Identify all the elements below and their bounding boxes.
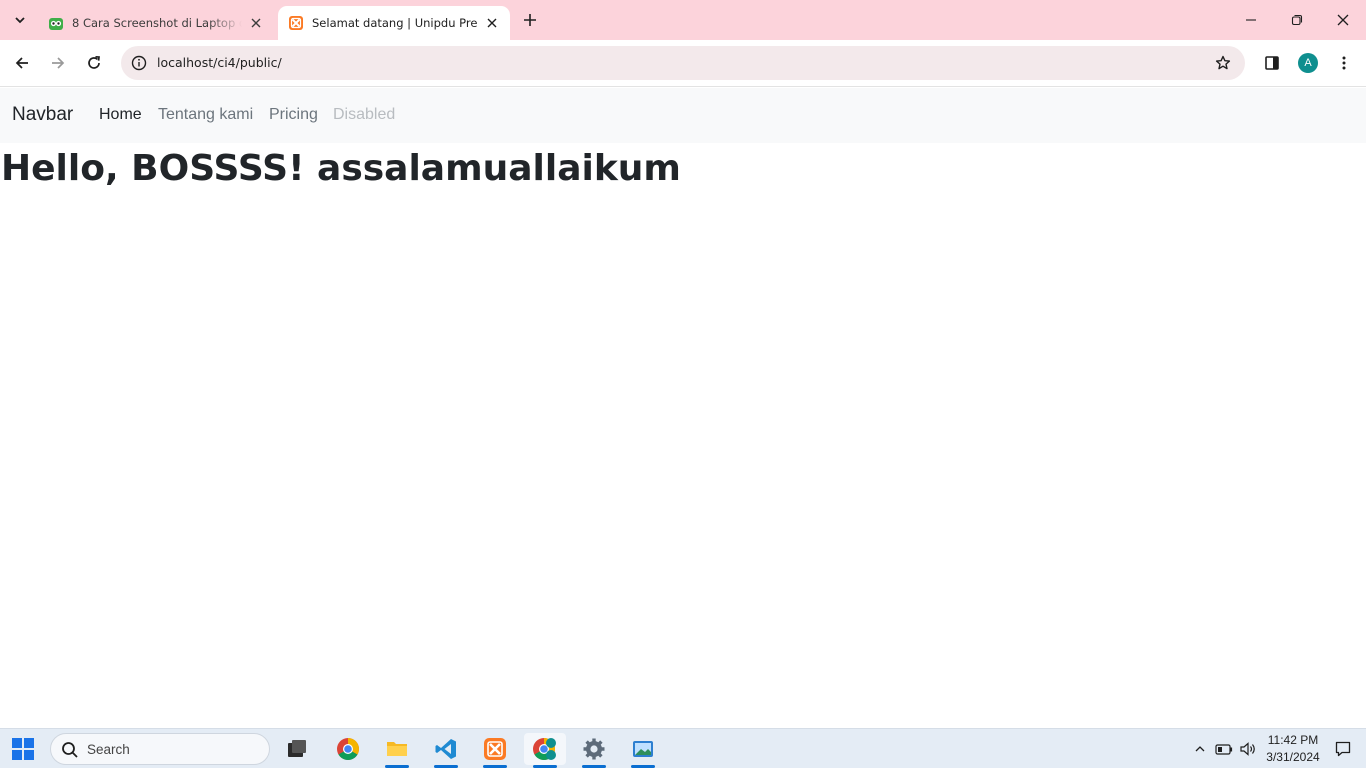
search-icon — [62, 742, 78, 758]
tab-inactive[interactable]: 8 Cara Screenshot di Laptop dan — [38, 6, 274, 40]
tab-strip: 8 Cara Screenshot di Laptop dan Selamat … — [0, 0, 1366, 40]
kebab-menu-icon — [1342, 56, 1346, 70]
clock-date: 3/31/2024 — [1266, 750, 1320, 764]
chevron-up-icon — [1195, 746, 1205, 752]
profile-avatar[interactable]: A — [1298, 53, 1318, 73]
plus-icon — [524, 14, 536, 26]
xampp-icon — [484, 738, 506, 760]
close-icon — [1337, 14, 1349, 26]
site-info-icon[interactable] — [129, 53, 149, 73]
notification-icon — [1335, 741, 1351, 757]
tab-active[interactable]: Selamat datang | Unipdu Press — [278, 6, 510, 40]
vscode-taskbar-button[interactable] — [426, 733, 466, 768]
xampp-icon — [288, 15, 304, 31]
taskbar: Search 11:42 PM 3/31/2024 — [0, 728, 1366, 768]
browser-toolbar: localhost/ci4/public/ A — [0, 40, 1366, 87]
reload-icon — [88, 55, 100, 69]
tab-title: Selamat datang | Unipdu Press — [312, 16, 478, 30]
address-bar[interactable]: localhost/ci4/public/ — [121, 46, 1245, 80]
taskbar-search[interactable]: Search — [50, 733, 270, 765]
gear-icon — [583, 738, 605, 760]
arrow-right-icon — [52, 57, 65, 69]
notifications-button[interactable] — [1333, 739, 1353, 759]
nav-link-disabled: Disabled — [333, 106, 396, 123]
side-panel-button[interactable] — [1257, 48, 1287, 78]
minimize-button[interactable] — [1228, 0, 1274, 40]
reload-button[interactable] — [79, 48, 109, 78]
task-view-icon — [288, 740, 306, 757]
file-explorer-taskbar-button[interactable] — [377, 733, 417, 768]
show-hidden-icons-button[interactable] — [1190, 739, 1210, 759]
side-panel-icon — [1265, 56, 1279, 70]
xampp-taskbar-button[interactable] — [475, 733, 515, 768]
nav-link-tentang-kami[interactable]: Tentang kami — [158, 106, 253, 124]
battery-icon — [1215, 744, 1233, 755]
search-placeholder: Search — [87, 742, 130, 757]
tab-search-button[interactable] — [6, 6, 34, 34]
close-icon[interactable] — [482, 13, 502, 33]
chevron-down-icon — [15, 17, 25, 24]
photos-taskbar-button[interactable] — [623, 733, 663, 768]
start-button[interactable] — [12, 738, 34, 760]
volume-button[interactable] — [1238, 739, 1258, 759]
chrome-icon — [337, 738, 359, 760]
nav-link-home[interactable]: Home — [99, 106, 142, 124]
tokopedia-owl-icon — [48, 15, 64, 31]
back-button[interactable] — [7, 48, 37, 78]
taskbar-clock[interactable]: 11:42 PM 3/31/2024 — [1256, 732, 1330, 766]
speaker-icon — [1240, 742, 1255, 756]
restore-button[interactable] — [1274, 0, 1320, 40]
battery-button[interactable] — [1214, 739, 1234, 759]
photos-icon — [633, 741, 653, 757]
chrome-profile-taskbar-button[interactable] — [524, 733, 566, 768]
site-navbar: Navbar Home Tentang kami Pricing Disable… — [0, 88, 1366, 143]
task-view-button[interactable] — [277, 733, 317, 765]
clock-time: 11:42 PM — [1267, 733, 1319, 747]
restore-icon — [1291, 14, 1303, 26]
page-heading: Hello, BOSSSS! assalamuallaikum — [1, 148, 681, 189]
folder-icon — [387, 742, 407, 756]
forward-button[interactable] — [43, 48, 73, 78]
chrome-profile-icon — [533, 738, 556, 760]
navbar-brand[interactable]: Navbar — [12, 104, 73, 126]
close-window-button[interactable] — [1320, 0, 1366, 40]
tab-title: 8 Cara Screenshot di Laptop dan — [72, 16, 242, 30]
bookmark-star-icon[interactable] — [1213, 53, 1233, 73]
windows-logo-icon — [12, 738, 34, 760]
new-tab-button[interactable] — [518, 8, 542, 32]
url-text[interactable]: localhost/ci4/public/ — [157, 55, 282, 70]
settings-taskbar-button[interactable] — [574, 733, 614, 768]
menu-button[interactable] — [1329, 48, 1359, 78]
close-icon[interactable] — [246, 13, 266, 33]
nav-link-pricing[interactable]: Pricing — [269, 106, 318, 124]
minimize-icon — [1246, 19, 1256, 21]
vscode-icon — [435, 739, 456, 759]
arrow-left-icon — [15, 57, 28, 69]
chrome-taskbar-button[interactable] — [328, 733, 368, 765]
